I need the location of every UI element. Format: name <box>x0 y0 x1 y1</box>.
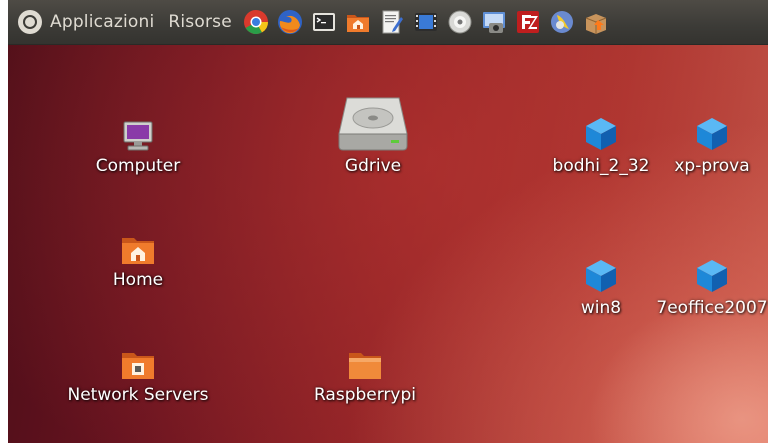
network-folder-icon <box>63 337 213 381</box>
launcher-bar <box>242 8 610 36</box>
chrome-icon[interactable] <box>242 8 270 36</box>
home-folder-icon <box>63 222 213 266</box>
ubuntu-logo-icon[interactable] <box>18 10 42 34</box>
xchat-icon[interactable] <box>548 8 576 36</box>
filezilla-icon[interactable] <box>514 8 542 36</box>
text-editor-icon[interactable] <box>378 8 406 36</box>
virtualbox-vm-icon <box>637 108 768 152</box>
desktop-icon-raspberrypi[interactable]: Raspberrypi <box>290 337 440 405</box>
hard-drive-icon <box>298 82 448 152</box>
top-panel: Applicazioni Risorse <box>8 0 768 45</box>
screenshot-icon[interactable] <box>480 8 508 36</box>
desktop-icon-label: Network Servers <box>67 385 209 405</box>
desktop-icon-network-servers[interactable]: Network Servers <box>63 337 213 405</box>
menu-risorse[interactable]: Risorse <box>168 12 232 32</box>
desktop-icon-home[interactable]: Home <box>63 222 213 290</box>
desktop-icon-label: xp-prova <box>674 156 750 176</box>
menu-applicazioni[interactable]: Applicazioni <box>50 12 154 32</box>
folder-icon <box>290 337 440 381</box>
desktop-icon-label: Home <box>112 270 164 290</box>
package-icon[interactable] <box>582 8 610 36</box>
desktop-icon-7eoffice2007[interactable]: 7eoffice2007 <box>637 250 768 318</box>
desktop-icon-label: win8 <box>580 298 622 318</box>
terminal-icon[interactable] <box>310 8 338 36</box>
desktop: Applicazioni Risorse Computer Gdrive bod… <box>8 0 768 443</box>
media-player-icon[interactable] <box>412 8 440 36</box>
home-folder-icon[interactable] <box>344 8 372 36</box>
computer-icon <box>63 108 213 152</box>
virtualbox-vm-icon <box>637 250 768 294</box>
desktop-icon-computer[interactable]: Computer <box>63 108 213 176</box>
desktop-icon-label: 7eoffice2007 <box>656 298 768 318</box>
desktop-icon-gdrive[interactable]: Gdrive <box>298 82 448 176</box>
disc-burner-icon[interactable] <box>446 8 474 36</box>
desktop-icon-label: Computer <box>95 156 181 176</box>
desktop-icon-xp-prova[interactable]: xp-prova <box>637 108 768 176</box>
desktop-icon-label: Raspberrypi <box>313 385 416 405</box>
desktop-icon-label: Gdrive <box>344 156 402 176</box>
firefox-icon[interactable] <box>276 8 304 36</box>
